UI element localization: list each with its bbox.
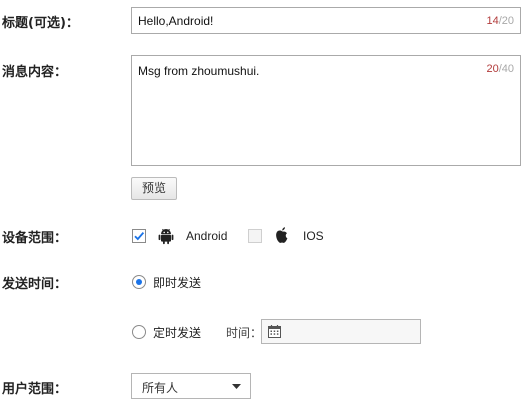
apple-icon <box>273 225 291 245</box>
title-count-max: /20 <box>498 15 514 27</box>
message-count-max: /40 <box>498 63 514 75</box>
device-scope-label: 设备范围： <box>2 231 68 246</box>
message-char-counter: 20/40 <box>486 63 514 75</box>
checkmark-icon <box>134 232 145 241</box>
scheduled-send-radio[interactable] <box>132 325 146 339</box>
chevron-down-icon <box>232 384 241 389</box>
android-option-label: Android <box>186 229 228 243</box>
title-label: 标题(可选)： <box>2 16 79 31</box>
send-now-radio[interactable] <box>132 275 146 289</box>
time-label: 时间： <box>226 326 263 340</box>
title-input[interactable]: Hello,Android! 14/20 <box>131 7 521 34</box>
message-label: 消息内容： <box>2 65 68 80</box>
scheduled-send-label: 定时发送 <box>153 326 202 340</box>
title-char-counter: 14/20 <box>486 15 514 27</box>
preview-button[interactable]: 预览 <box>131 177 177 200</box>
message-textarea-value: Msg from zhoumushui. <box>138 64 260 78</box>
calendar-icon[interactable] <box>267 324 282 342</box>
message-textarea[interactable]: Msg from zhoumushui. 20/40 <box>131 55 521 166</box>
send-time-label: 发送时间： <box>2 277 68 292</box>
title-input-value: Hello,Android! <box>138 14 214 28</box>
user-scope-selected: 所有人 <box>142 381 179 395</box>
ios-option-label: IOS <box>303 229 324 243</box>
title-count-current: 14 <box>486 15 499 27</box>
user-scope-label: 用户范围： <box>2 382 68 397</box>
datetime-input[interactable] <box>261 319 421 344</box>
send-now-label: 即时发送 <box>153 276 202 290</box>
android-icon <box>156 226 176 246</box>
ios-checkbox[interactable] <box>248 229 262 243</box>
android-checkbox[interactable] <box>132 229 146 243</box>
user-scope-select[interactable]: 所有人 <box>131 373 251 399</box>
message-count-current: 20 <box>486 63 499 75</box>
